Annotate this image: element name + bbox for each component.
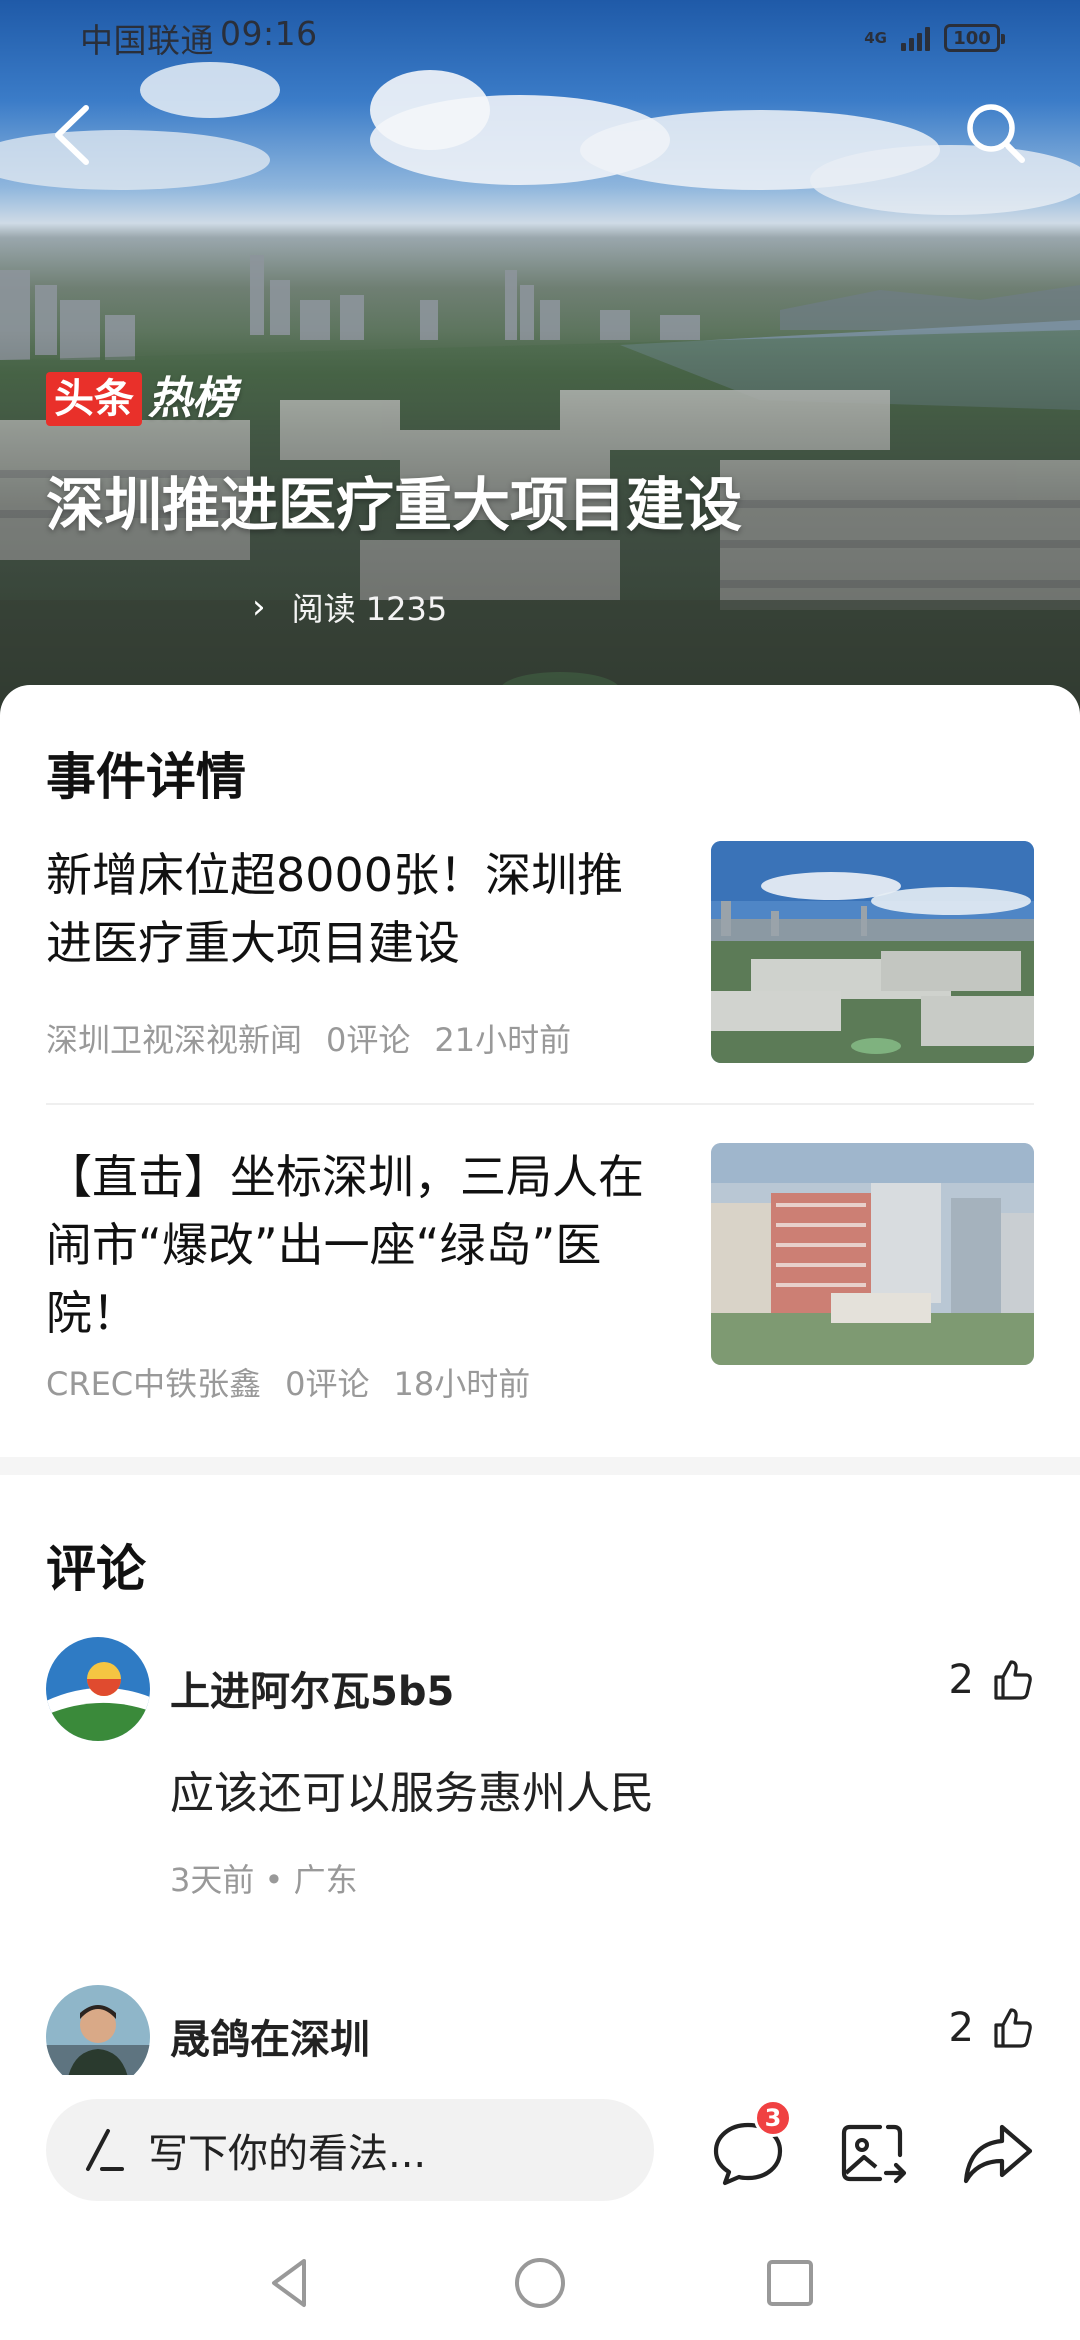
like-button[interactable]: 2 (949, 1657, 1034, 1703)
article-thumbnail (711, 841, 1034, 1063)
clock: 09:16 (220, 14, 318, 53)
like-count: 2 (948, 2005, 974, 2051)
hero-banner[interactable]: 中国联通 09:16 4G 100 头条 热榜 深圳推进医疗重大项目建设 › 阅… (0, 0, 1080, 720)
hero-read-count: › 阅读 1235 (252, 584, 447, 630)
share-arrow-icon (963, 2124, 1033, 2184)
event-section-title: 事件详情 (46, 748, 246, 806)
article-time: 18小时前 (393, 1365, 531, 1403)
pen-icon (86, 2129, 124, 2171)
article-thumbnail (711, 1143, 1034, 1365)
comment-count-badge: 3 (754, 2099, 792, 2137)
network-type: 4G (864, 28, 887, 47)
status-bar: 中国联通 09:16 4G 100 (0, 0, 1080, 76)
article-title: 新增床位超8000张！深圳推进医疗重大项目建设 (46, 848, 624, 970)
thumb-up-icon (994, 1660, 1032, 1700)
hot-list-badge[interactable]: 头条 热榜 (46, 372, 236, 426)
chevron-right-icon: › (252, 587, 266, 627)
comment-placeholder: 写下你的看法... (148, 2131, 427, 2177)
comment-text: 应该还可以服务惠州人民 (170, 1768, 654, 1819)
avatar[interactable] (46, 1985, 150, 2075)
signal-icon (901, 25, 930, 51)
carrier-label: 中国联通 (80, 21, 214, 60)
comment-meta: 3天前 • 广东 (170, 1861, 358, 1899)
comment-author[interactable]: 晟鸽在深圳 (170, 2007, 370, 2065)
article-comment-count: 0评论 (326, 1021, 411, 1059)
article-card[interactable]: 【直击】坐标深圳，三局人在闹市“爆改”出一座“绿岛”医院！ CREC中铁张鑫 0… (46, 1143, 1034, 1403)
like-count: 2 (948, 1657, 974, 1703)
article-comment-count: 0评论 (285, 1365, 370, 1403)
bottom-action-bar: 写下你的看法... 3 (0, 2075, 1080, 2225)
reads-label: 阅读 (291, 590, 356, 628)
battery-icon: 100 (944, 24, 1005, 52)
article-title: 【直击】坐标深圳，三局人在闹市“爆改”出一座“绿岛”医院！ (46, 1150, 644, 1340)
article-meta: 深圳卫视深视新闻 0评论 21小时前 (46, 1015, 571, 1061)
image-share-button[interactable] (832, 2113, 912, 2193)
comment-item: 晟鸽在深圳 2 (46, 1985, 1034, 2075)
nav-recent-icon[interactable] (760, 2253, 820, 2313)
section-separator (0, 1457, 1080, 1475)
search-icon[interactable] (960, 98, 1030, 168)
comment-item: 上进阿尔瓦5b5 2 应该还可以服务惠州人民 3天前 • 广东 (46, 1637, 1034, 1917)
page: 中国联通 09:16 4G 100 头条 热榜 深圳推进医疗重大项目建设 › 阅… (0, 0, 1080, 2340)
article-source: 深圳卫视深视新闻 (46, 1021, 303, 1059)
comments-section-title: 评论 (46, 1540, 146, 1598)
share-button[interactable] (958, 2113, 1038, 2193)
comments-button[interactable]: 3 (708, 2099, 792, 2193)
hot-badge-box: 头条 (46, 372, 142, 426)
image-share-icon (841, 2124, 907, 2184)
hot-badge-word: 热榜 (148, 373, 236, 424)
reads-count: 1235 (365, 590, 448, 628)
battery-level: 100 (953, 27, 991, 49)
status-right: 4G 100 (864, 24, 1005, 52)
avatar[interactable] (46, 1637, 150, 1741)
article-card[interactable]: 新增床位超8000张！深圳推进医疗重大项目建设 深圳卫视深视新闻 0评论 21小… (46, 841, 1034, 1071)
article-source: CREC中铁张鑫 (46, 1365, 262, 1403)
thumb-up-icon (994, 2008, 1032, 2048)
nav-back-icon[interactable] (260, 2253, 320, 2313)
divider (46, 1103, 1034, 1105)
nav-home-icon[interactable] (510, 2253, 570, 2313)
back-arrow-icon[interactable] (44, 100, 104, 170)
article-meta: CREC中铁张鑫 0评论 18小时前 (46, 1359, 530, 1405)
comment-author[interactable]: 上进阿尔瓦5b5 (170, 1659, 454, 1717)
hero-title: 深圳推进医疗重大项目建设 (46, 471, 743, 539)
article-time: 21小时前 (434, 1021, 572, 1059)
system-nav-bar (0, 2225, 1080, 2340)
comment-input[interactable]: 写下你的看法... (46, 2099, 654, 2201)
like-button[interactable]: 2 (949, 2005, 1034, 2051)
status-left: 中国联通 09:16 (80, 14, 318, 62)
